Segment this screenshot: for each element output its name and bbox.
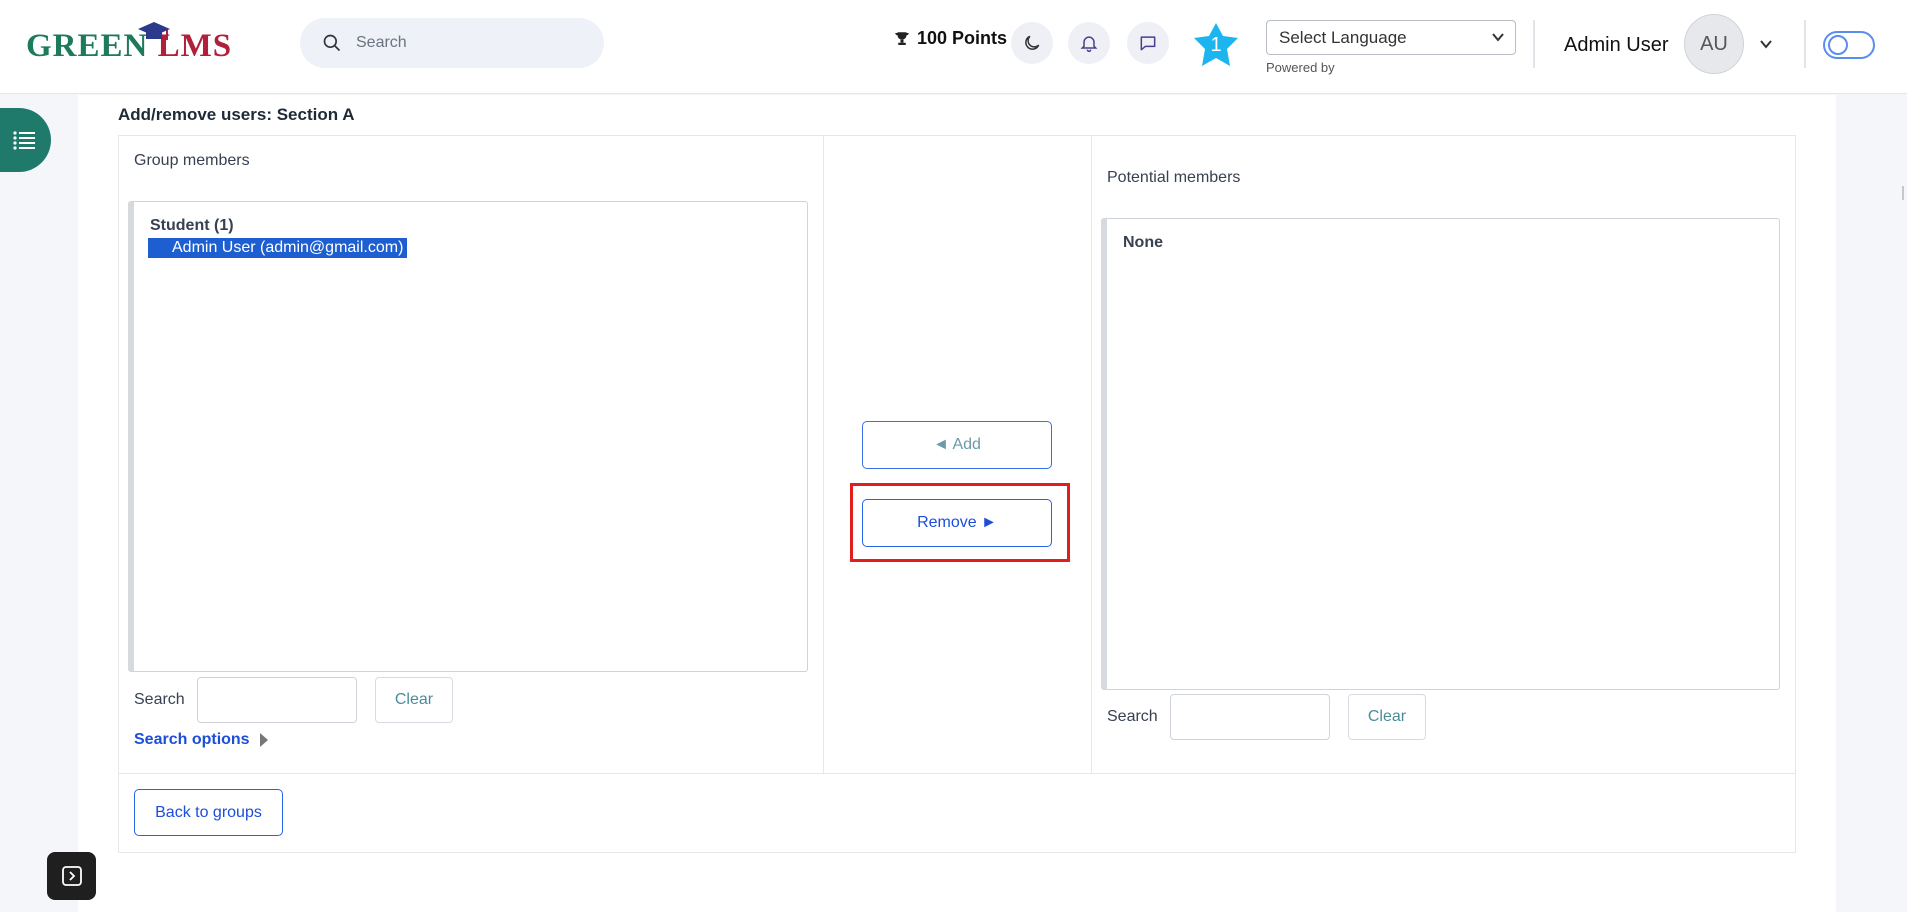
chat-icon — [1140, 36, 1156, 51]
avatar[interactable]: AU — [1684, 14, 1744, 74]
potential-members-label: Potential members — [1107, 169, 1241, 186]
page-title: Add/remove users: Section A — [118, 105, 355, 124]
expand-panel-icon — [61, 866, 82, 886]
points-display: 100 Points — [893, 28, 1007, 49]
group-members-optgroup: Student (1) — [150, 217, 234, 234]
row-divider — [118, 773, 1796, 774]
drawer-toggle-button[interactable] — [47, 852, 96, 900]
global-search[interactable] — [300, 18, 604, 68]
moon-icon — [1025, 35, 1040, 50]
group-member-option[interactable]: Admin User (admin@gmail.com) — [148, 238, 408, 258]
language-select-value: Select Language — [1279, 27, 1407, 47]
badge-count: 1 — [1210, 34, 1222, 56]
graduation-cap-icon — [138, 22, 170, 40]
chevron-down-icon — [1492, 33, 1504, 42]
points-text: 100 Points — [917, 28, 1008, 48]
back-to-groups-button[interactable]: Back to groups — [134, 789, 283, 836]
divider — [1804, 20, 1806, 68]
level-badge[interactable]: 1 — [1193, 22, 1239, 68]
group-members-clear-button[interactable]: Clear — [375, 677, 453, 723]
potential-members-clear-button[interactable]: Clear — [1348, 694, 1426, 740]
potential-members-search-label: Search — [1107, 708, 1158, 725]
notifications-button[interactable] — [1068, 22, 1110, 64]
list-menu-icon — [12, 131, 35, 150]
trophy-icon — [895, 31, 909, 45]
right-gutter — [1836, 95, 1907, 912]
highlight-box — [850, 483, 1070, 562]
potential-members-optgroup: None — [1123, 234, 1163, 251]
search-icon — [323, 34, 341, 52]
search-input[interactable] — [356, 34, 576, 52]
bell-icon — [1080, 36, 1098, 53]
language-select[interactable]: Select Language — [1266, 20, 1516, 55]
search-options-label: Search options — [134, 731, 250, 748]
potential-members-search-input[interactable] — [1170, 694, 1330, 740]
potential-members-listbox[interactable] — [1101, 218, 1780, 690]
group-members-search-label: Search — [134, 691, 185, 708]
caret-right-icon — [259, 733, 268, 747]
powered-by: Powered by — [1266, 60, 1335, 75]
logo-text-green: GREEN — [26, 27, 149, 64]
group-members-search-input[interactable] — [197, 677, 357, 723]
sidebar-toggle-button[interactable] — [0, 108, 51, 172]
column-divider — [823, 135, 824, 773]
group-members-listbox[interactable] — [128, 201, 808, 672]
user-name[interactable]: Admin User — [1564, 34, 1668, 57]
messages-button[interactable] — [1127, 22, 1169, 64]
divider — [1533, 20, 1535, 68]
user-menu-chevron-icon[interactable] — [1758, 36, 1774, 52]
column-divider — [1091, 135, 1092, 773]
top-header: GREEN LMS 100 Points 1 Select Language P… — [0, 0, 1907, 94]
scrollbar[interactable] — [1902, 186, 1904, 200]
dark-mode-button[interactable] — [1011, 22, 1053, 64]
search-options-toggle[interactable]: Search options — [134, 731, 268, 749]
group-members-label: Group members — [134, 152, 250, 169]
logo[interactable]: GREEN LMS — [26, 22, 232, 66]
theme-toggle[interactable] — [1823, 31, 1875, 59]
add-button[interactable]: ◄ Add — [862, 421, 1052, 469]
